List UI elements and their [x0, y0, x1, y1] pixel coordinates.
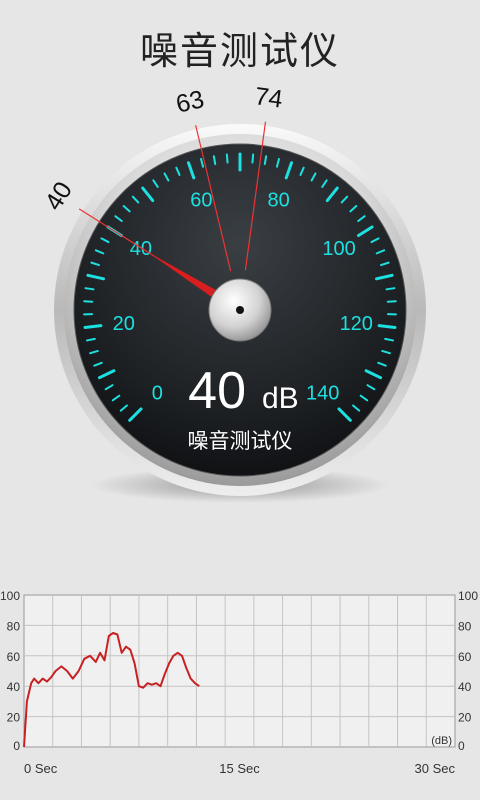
history-chart-svg: 100 80 60 40 20 0 100 80 60 40 20 0 0 Sec 15 Sec 30 … — [0, 589, 478, 776]
gauge-scale-label: 140 — [306, 383, 339, 405]
chart-y-axis-left: 100 80 60 40 20 0 — [0, 589, 20, 753]
chart-y-tick-right: 80 — [458, 619, 472, 633]
gauge-marker-label: 63 — [173, 85, 207, 119]
chart-y-axis-right: 100 80 60 40 20 0 — [458, 589, 478, 753]
gauge-tick — [251, 153, 255, 164]
gauge-tick — [263, 155, 268, 166]
gauge-marker-label: 74 — [253, 82, 284, 113]
gauge-tick — [385, 287, 396, 291]
chart-y-tick-left: 40 — [7, 680, 21, 694]
chart-y-tick-left: 20 — [7, 711, 21, 725]
chart-plot-area — [23, 594, 456, 748]
gauge-value: 40 — [188, 362, 246, 420]
chart-y-tick-right: 0 — [458, 739, 465, 753]
chart-x-tick: 30 Sec — [415, 761, 456, 776]
gauge-scale-label: 40 — [130, 238, 152, 260]
gauge-scale-label: 80 — [268, 190, 290, 212]
gauge-scale-label: 120 — [340, 313, 373, 335]
sound-meter-gauge: 0 20 40 60 80 100 120 140 40 63 74 40 dB 噪音测试仪 — [0, 80, 480, 520]
gauge-label: 噪音测试仪 — [188, 429, 293, 453]
gauge-tick — [377, 324, 397, 329]
chart-x-tick: 0 Sec — [24, 761, 58, 776]
gauge-tick — [225, 153, 229, 164]
gauge-scale-label: 60 — [190, 190, 212, 212]
chart-y-tick-left: 80 — [7, 619, 21, 633]
history-chart: 100 80 60 40 20 0 100 80 60 40 20 0 0 Sec 15 Sec 30 … — [0, 585, 480, 800]
app-title: 噪音测试仪 — [139, 29, 340, 73]
gauge-tick — [84, 287, 95, 291]
chart-x-tick: 15 Sec — [219, 761, 260, 776]
chart-unit-label: (dB) — [431, 735, 452, 747]
chart-y-tick-left: 0 — [13, 739, 20, 753]
gauge-hub-pin — [236, 306, 244, 314]
chart-y-tick-right: 100 — [458, 589, 478, 603]
gauge-tick — [83, 324, 103, 329]
chart-y-tick-left: 100 — [0, 589, 20, 603]
chart-y-tick-right: 20 — [458, 711, 472, 725]
gauge-svg: 0 20 40 60 80 100 120 140 40 63 74 40 dB 噪音测试仪 — [40, 82, 426, 503]
gauge-unit: dB — [262, 382, 299, 415]
chart-y-tick-right: 60 — [458, 650, 472, 664]
gauge-tick — [212, 155, 217, 166]
chart-y-tick-left: 60 — [7, 650, 21, 664]
gauge-marker-label: 40 — [40, 177, 79, 215]
gauge-scale-label: 20 — [113, 313, 135, 335]
gauge-scale-label: 100 — [322, 238, 355, 260]
chart-y-tick-right: 40 — [458, 680, 472, 694]
chart-x-axis: 0 Sec 15 Sec 30 Sec — [24, 761, 455, 776]
gauge-scale-label: 0 — [152, 383, 163, 405]
